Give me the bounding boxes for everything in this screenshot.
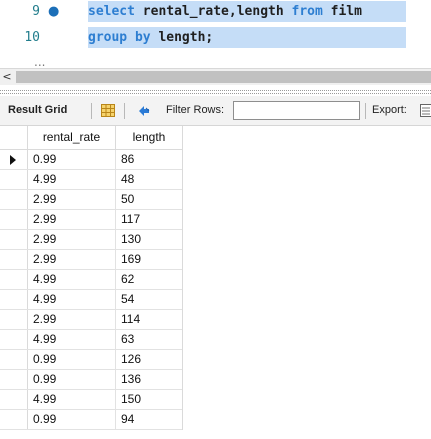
- execution-marker-icon: ●: [48, 4, 60, 19]
- code-text[interactable]: select rental_rate,length from film: [88, 1, 406, 22]
- cell-length[interactable]: 117: [116, 210, 182, 229]
- cell-length[interactable]: 169: [116, 250, 182, 269]
- export-icon[interactable]: [420, 104, 431, 117]
- code-text[interactable]: group by length;: [88, 27, 406, 48]
- sql-text: length;: [150, 30, 214, 45]
- cell-rental-rate[interactable]: 4.99: [28, 170, 116, 189]
- row-indicator[interactable]: [0, 330, 28, 349]
- toolbar-separator: [365, 103, 366, 119]
- cell-rental-rate[interactable]: 4.99: [28, 270, 116, 289]
- horizontal-scrollbar[interactable]: <: [0, 68, 431, 85]
- result-grid[interactable]: rental_rate length 0.99 86 4.99 48 2.99 50 2.9…: [0, 126, 183, 430]
- cell-length[interactable]: 130: [116, 230, 182, 249]
- grid-view-icon[interactable]: [101, 104, 115, 117]
- cell-rental-rate[interactable]: 2.99: [28, 190, 116, 209]
- row-indicator[interactable]: [0, 410, 28, 429]
- overflow-marker: ...: [34, 60, 46, 68]
- row-indicator[interactable]: [0, 230, 28, 249]
- column-header-length[interactable]: length: [116, 126, 182, 149]
- row-indicator[interactable]: [0, 190, 28, 209]
- row-indicator[interactable]: [0, 290, 28, 309]
- cell-rental-rate[interactable]: 0.99: [28, 150, 116, 169]
- row-indicator[interactable]: [0, 350, 28, 369]
- row-indicator[interactable]: [0, 150, 28, 169]
- export-label: Export:: [372, 104, 407, 116]
- cell-rental-rate[interactable]: 2.99: [28, 250, 116, 269]
- table-row[interactable]: 2.99 114: [0, 310, 182, 330]
- cell-length[interactable]: 114: [116, 310, 182, 329]
- cell-rental-rate[interactable]: 0.99: [28, 410, 116, 429]
- table-row[interactable]: 4.99 63: [0, 330, 182, 350]
- scroll-left-arrow-icon[interactable]: <: [0, 69, 14, 85]
- row-indicator[interactable]: [0, 310, 28, 329]
- row-indicator[interactable]: [0, 170, 28, 189]
- cell-rental-rate[interactable]: 0.99: [28, 350, 116, 369]
- filter-rows-input[interactable]: [233, 101, 360, 120]
- sql-text: film: [322, 4, 362, 19]
- sql-text: rental_rate,length: [134, 4, 292, 19]
- sql-keyword: select: [88, 4, 135, 19]
- current-row-arrow-icon: [10, 155, 16, 165]
- cell-length[interactable]: 126: [116, 350, 182, 369]
- row-indicator[interactable]: [0, 250, 28, 269]
- table-row[interactable]: 2.99 117: [0, 210, 182, 230]
- cell-length[interactable]: 50: [116, 190, 182, 209]
- refresh-icon[interactable]: [136, 103, 152, 119]
- sql-keyword: group by: [88, 30, 151, 45]
- cell-rental-rate[interactable]: 0.99: [28, 370, 116, 389]
- editor-line: 10 group by length;: [0, 27, 431, 48]
- line-number: 9: [32, 4, 40, 19]
- cell-rental-rate[interactable]: 2.99: [28, 310, 116, 329]
- table-row[interactable]: 2.99 130: [0, 230, 182, 250]
- cell-length[interactable]: 48: [116, 170, 182, 189]
- row-indicator[interactable]: [0, 390, 28, 409]
- line-number: 10: [24, 30, 40, 45]
- cell-length[interactable]: 86: [116, 150, 182, 169]
- cell-length[interactable]: 150: [116, 390, 182, 409]
- row-indicator[interactable]: [0, 210, 28, 229]
- table-row[interactable]: 0.99 86: [0, 150, 182, 170]
- cell-rental-rate[interactable]: 2.99: [28, 230, 116, 249]
- table-row[interactable]: 4.99 150: [0, 390, 182, 410]
- cell-length[interactable]: 54: [116, 290, 182, 309]
- grid-body: 0.99 86 4.99 48 2.99 50 2.99 117 2.99 130 2.99 169 4…: [0, 150, 182, 430]
- row-indicator-header: [0, 126, 28, 149]
- table-row[interactable]: 2.99 169: [0, 250, 182, 270]
- table-row[interactable]: 4.99 54: [0, 290, 182, 310]
- result-grid-tab[interactable]: Result Grid: [8, 96, 67, 125]
- table-row[interactable]: 0.99 94: [0, 410, 182, 430]
- cell-length[interactable]: 94: [116, 410, 182, 429]
- table-row[interactable]: 4.99 48: [0, 170, 182, 190]
- cell-rental-rate[interactable]: 2.99: [28, 210, 116, 229]
- row-indicator[interactable]: [0, 370, 28, 389]
- filter-rows-label: Filter Rows:: [166, 104, 225, 116]
- table-row[interactable]: 2.99 50: [0, 190, 182, 210]
- table-row[interactable]: 4.99 62: [0, 270, 182, 290]
- table-row[interactable]: 0.99 126: [0, 350, 182, 370]
- cell-length[interactable]: 136: [116, 370, 182, 389]
- column-header-rental-rate[interactable]: rental_rate: [28, 126, 116, 149]
- grid-header: rental_rate length: [0, 126, 182, 150]
- cell-rental-rate[interactable]: 4.99: [28, 390, 116, 409]
- cell-length[interactable]: 62: [116, 270, 182, 289]
- table-row[interactable]: 0.99 136: [0, 370, 182, 390]
- row-indicator[interactable]: [0, 270, 28, 289]
- sql-keyword: from: [291, 4, 323, 19]
- result-toolbar: Result Grid Filter Rows: Export:: [0, 96, 431, 126]
- panel-splitter[interactable]: [0, 90, 431, 94]
- editor-line: 9 ● select rental_rate,length from film: [0, 1, 431, 22]
- scrollbar-thumb[interactable]: [16, 71, 431, 83]
- toolbar-separator: [91, 103, 92, 119]
- cell-rental-rate[interactable]: 4.99: [28, 290, 116, 309]
- cell-length[interactable]: 63: [116, 330, 182, 349]
- cell-rental-rate[interactable]: 4.99: [28, 330, 116, 349]
- sql-editor[interactable]: 9 ● select rental_rate,length from film …: [0, 0, 431, 68]
- toolbar-separator: [124, 103, 125, 119]
